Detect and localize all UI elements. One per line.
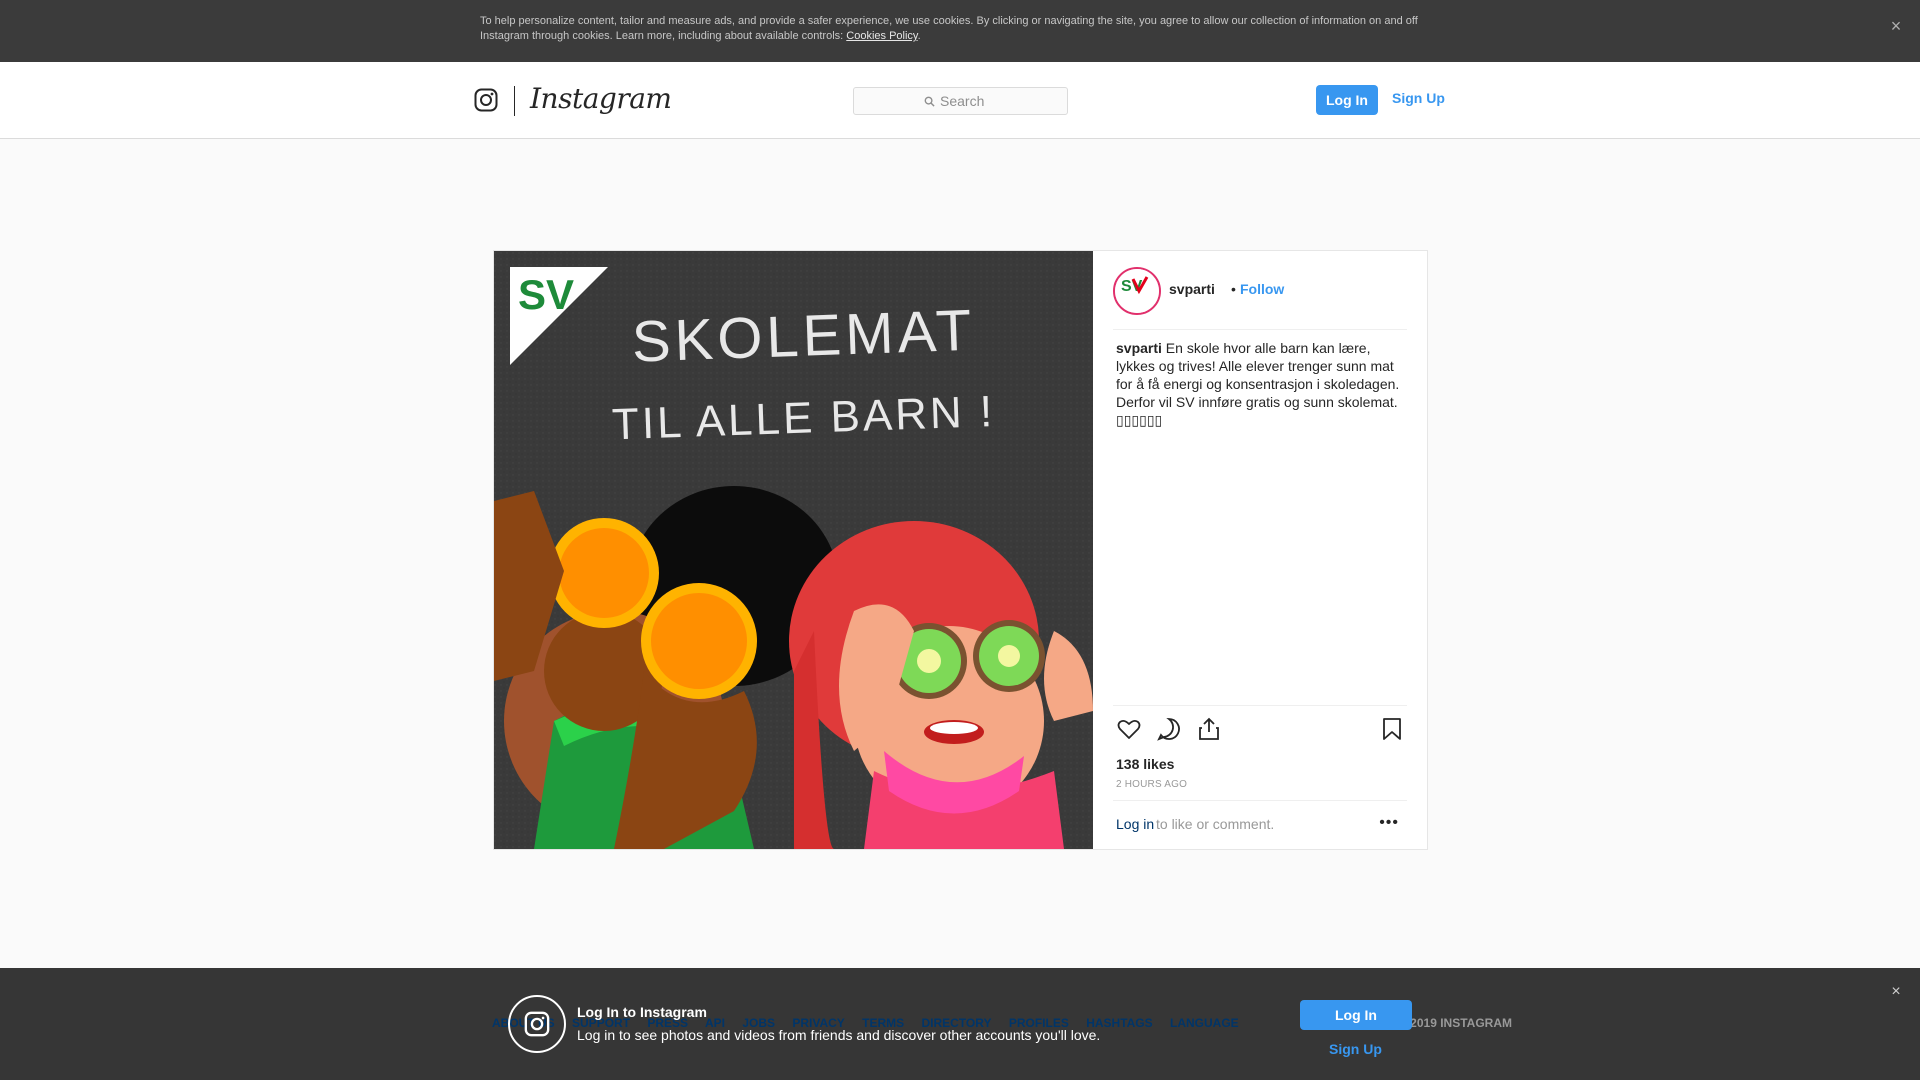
login-banner-subtitle: Log in to see photos and videos from fri… — [577, 1027, 1101, 1043]
post-illustration: SV SKOLEMAT TIL ALLE BARN ! — [494, 251, 1093, 849]
post-author-row: SV svparti • Follow — [1113, 267, 1407, 330]
author-separator: • — [1231, 281, 1236, 297]
sv-badge-text: SV — [518, 271, 574, 318]
post-timestamp[interactable]: 2 HOURS AGO — [1116, 779, 1187, 790]
bookmark-icon[interactable] — [1379, 716, 1405, 742]
banner-close-icon[interactable]: × — [1884, 980, 1908, 1004]
sv-logo-icon: SV — [1115, 269, 1159, 313]
banner-signup-link[interactable]: Sign Up — [1329, 1041, 1382, 1057]
post-caption: svparti En skole hvor alle barn kan lære… — [1116, 339, 1408, 429]
search-placeholder: Search — [940, 93, 985, 109]
comment-prompt-text: to like or comment. — [1156, 816, 1275, 832]
more-options-icon[interactable]: ••• — [1379, 814, 1399, 832]
headline-line1: SKOLEMAT — [631, 298, 977, 375]
likes-count[interactable]: 138 likes — [1116, 756, 1174, 772]
heart-icon[interactable] — [1116, 716, 1142, 742]
post-actions: 138 likes 2 HOURS AGO Log in to like or … — [1113, 705, 1407, 849]
logo-divider — [514, 86, 515, 116]
footer-copyright: © 2019 INSTAGRAM — [1398, 1016, 1512, 1030]
cookies-policy-link[interactable]: Cookies Policy — [846, 30, 917, 42]
cookie-text: To help personalize content, tailor and … — [480, 14, 1440, 44]
avatar[interactable]: SV — [1113, 267, 1161, 315]
cookie-message: To help personalize content, tailor and … — [480, 15, 1418, 42]
instagram-glyph-icon — [508, 995, 566, 1053]
search-input[interactable]: Search — [853, 87, 1068, 115]
comment-icon[interactable] — [1156, 716, 1182, 742]
login-to-comment-link[interactable]: Log in — [1116, 816, 1154, 832]
cookie-period: . — [917, 30, 921, 42]
top-nav: Instagram Search Log In Sign Up — [0, 62, 1920, 139]
cookie-banner: To help personalize content, tailor and … — [0, 0, 1920, 62]
share-icon[interactable] — [1196, 716, 1222, 742]
login-banner-title: Log In to Instagram — [577, 1004, 707, 1020]
search-icon — [924, 96, 935, 107]
footer-link-language[interactable]: LANGUAGE — [1170, 1016, 1239, 1030]
author-username[interactable]: svparti — [1169, 281, 1215, 297]
comment-prompt: Log in to like or comment. ••• — [1113, 800, 1407, 850]
post-sidebar: SV svparti • Follow svparti En skole hvo… — [1093, 251, 1427, 849]
caption-emoji: ▯▯▯▯▯▯ — [1116, 412, 1163, 428]
banner-login-button[interactable]: Log In — [1300, 1000, 1412, 1030]
cookie-close-icon[interactable]: × — [1884, 14, 1908, 38]
header-login-button[interactable]: Log In — [1316, 85, 1378, 115]
post-card: SV SKOLEMAT TIL ALLE BARN ! SV svparti •… — [493, 250, 1428, 850]
caption-username[interactable]: svparti — [1116, 340, 1162, 356]
instagram-glyph-icon[interactable] — [474, 88, 498, 112]
instagram-wordmark[interactable]: Instagram — [530, 82, 672, 115]
post-image[interactable]: SV SKOLEMAT TIL ALLE BARN ! — [494, 251, 1093, 849]
follow-button[interactable]: Follow — [1240, 281, 1284, 297]
header-signup-link[interactable]: Sign Up — [1392, 90, 1445, 106]
login-banner: ABOUT US SUPPORT PRESS API JOBS PRIVACY … — [0, 968, 1920, 1080]
